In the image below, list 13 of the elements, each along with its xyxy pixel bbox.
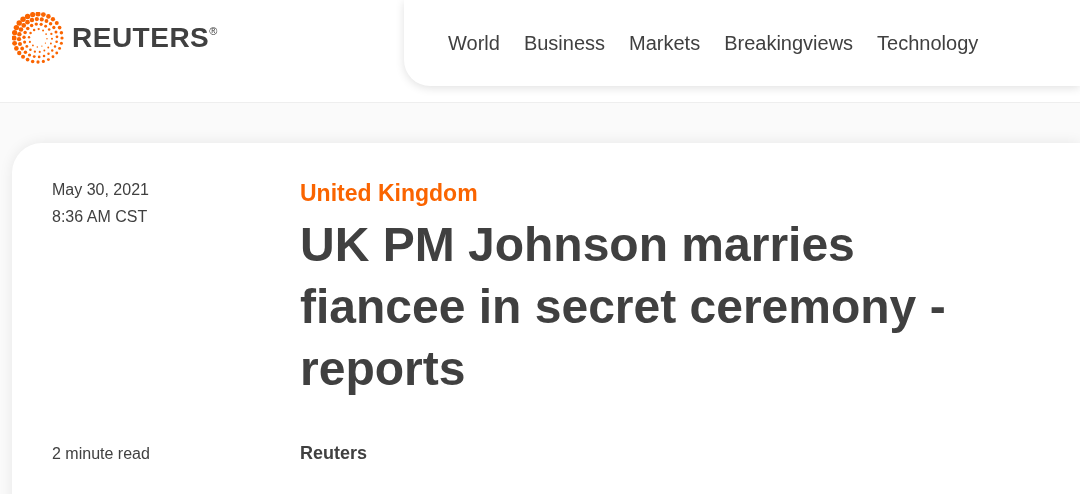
nav-link[interactable]: Markets <box>629 28 701 58</box>
dot-ring-logo-icon <box>12 12 64 64</box>
nav-link[interactable]: World <box>448 28 500 58</box>
nav-link[interactable]: Breakingviews <box>724 28 854 58</box>
publish-time: 8:36 AM CST <box>52 207 149 227</box>
read-time: 2 minute read <box>52 445 150 462</box>
logo-wordmark[interactable]: REUTERS <box>72 17 210 59</box>
headline: UK PM Johnson marries fiancee in secret ceremony - reports <box>300 217 947 397</box>
nav-link[interactable]: Business <box>523 28 606 58</box>
byline: Reuters <box>300 442 368 465</box>
registered-mark: ® <box>209 24 218 37</box>
nav-link[interactable]: Technology <box>877 28 979 58</box>
publish-date: May 30, 2021 <box>52 180 150 200</box>
